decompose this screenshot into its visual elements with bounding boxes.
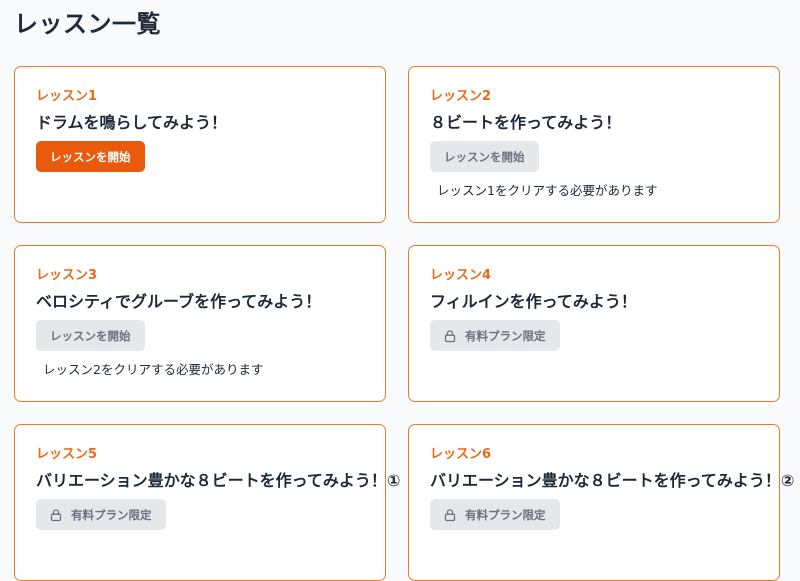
lesson-title: ベロシティでグルーブを作ってみよう！ bbox=[36, 292, 322, 311]
lesson-number-label: レッスン2 bbox=[430, 89, 492, 104]
lesson-card-6: レッスン6 バリエーション豊かな８ビートを作ってみよう！② 有料プラン限定 bbox=[408, 424, 795, 581]
prerequisite-note: レッスン1をクリアする必要があります bbox=[437, 183, 658, 198]
lesson-title: ドラムを鳴らしてみよう！ bbox=[36, 113, 228, 132]
paid-plan-only-button[interactable]: 有料プラン限定 bbox=[430, 499, 560, 530]
lesson-card-3: レッスン3 ベロシティでグルーブを作ってみよう！ レッスンを開始 レッスン2をク… bbox=[14, 245, 386, 402]
lesson-number-label: レッスン1 bbox=[36, 89, 98, 104]
lock-icon bbox=[49, 508, 63, 522]
lesson-number-label: レッスン3 bbox=[36, 268, 98, 283]
lesson-title: バリエーション豊かな８ビートを作ってみよう！① bbox=[36, 471, 401, 490]
lesson-title: バリエーション豊かな８ビートを作ってみよう！② bbox=[430, 471, 795, 490]
paid-plan-only-button[interactable]: 有料プラン限定 bbox=[430, 320, 560, 351]
lesson-grid: レッスン1 ドラムを鳴らしてみよう！ レッスンを開始 レッスン2 ８ビートを作っ… bbox=[14, 66, 795, 581]
lesson-card-4: レッスン4 フィルインを作ってみよう！ 有料プラン限定 bbox=[408, 245, 780, 402]
paid-plan-only-button[interactable]: 有料プラン限定 bbox=[36, 499, 166, 530]
paid-plan-label: 有料プラン限定 bbox=[465, 507, 546, 522]
lock-icon bbox=[443, 329, 457, 343]
lesson-title: ８ビートを作ってみよう！ bbox=[430, 113, 622, 132]
page-title: レッスン一覧 bbox=[14, 10, 161, 38]
start-lesson-button-disabled[interactable]: レッスンを開始 bbox=[36, 320, 145, 351]
start-lesson-button-disabled[interactable]: レッスンを開始 bbox=[430, 141, 539, 172]
lesson-number-label: レッスン4 bbox=[430, 268, 492, 283]
lock-icon bbox=[443, 508, 457, 522]
lesson-card-2: レッスン2 ８ビートを作ってみよう！ レッスンを開始 レッスン1をクリアする必要… bbox=[408, 66, 780, 223]
lesson-title: フィルインを作ってみよう！ bbox=[430, 292, 637, 311]
start-lesson-button[interactable]: レッスンを開始 bbox=[36, 141, 145, 172]
lesson-card-5: レッスン5 バリエーション豊かな８ビートを作ってみよう！① 有料プラン限定 bbox=[14, 424, 401, 581]
paid-plan-label: 有料プラン限定 bbox=[465, 328, 546, 343]
lesson-number-label: レッスン5 bbox=[36, 447, 98, 462]
lesson-card-1: レッスン1 ドラムを鳴らしてみよう！ レッスンを開始 bbox=[14, 66, 386, 223]
prerequisite-note: レッスン2をクリアする必要があります bbox=[43, 362, 264, 377]
lesson-number-label: レッスン6 bbox=[430, 447, 492, 462]
paid-plan-label: 有料プラン限定 bbox=[71, 507, 152, 522]
